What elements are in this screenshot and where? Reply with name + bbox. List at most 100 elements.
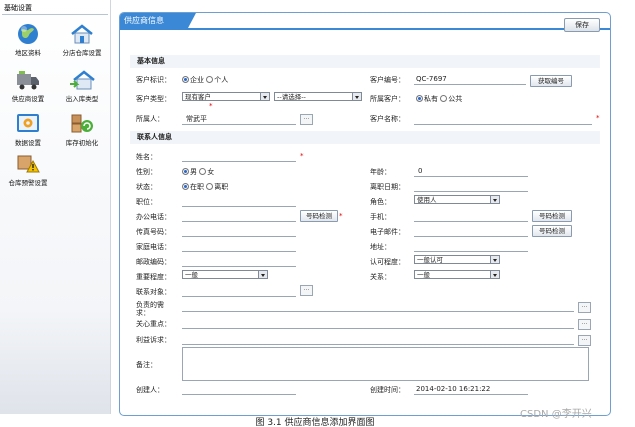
- email-field[interactable]: [414, 236, 528, 237]
- interest-picker-button[interactable]: ...: [578, 335, 591, 346]
- age-field[interactable]: [414, 176, 528, 177]
- chevron-down-icon: [260, 93, 269, 100]
- demand-picker-button[interactable]: ...: [578, 302, 591, 313]
- save-button[interactable]: 保存: [564, 18, 600, 32]
- recognition-select[interactable]: 一般认可: [414, 255, 500, 264]
- creator-label: 创建人：: [136, 386, 164, 394]
- customer-type-value: 现有客户: [185, 93, 211, 101]
- radio-employed-label: 在职: [190, 183, 204, 191]
- email-label: 电子邮件：: [370, 228, 405, 236]
- radio-resigned[interactable]: [206, 183, 214, 190]
- customer-type-select[interactable]: 现有客户: [182, 92, 270, 101]
- recognition-value: 一般认可: [417, 256, 443, 264]
- tab-supplier-info[interactable]: 供应商信息: [120, 13, 196, 28]
- customer-no-label: 客户编号：: [370, 76, 405, 84]
- radio-individual-label: 个人: [214, 76, 229, 84]
- role-value: 使用人: [417, 196, 437, 204]
- globe-icon: [15, 22, 41, 44]
- get-number-button[interactable]: 获取编号: [530, 75, 572, 87]
- created-time-label: 创建时间：: [370, 386, 405, 394]
- address-label: 地址：: [370, 243, 391, 251]
- chevron-down-icon: [490, 256, 499, 263]
- radio-male[interactable]: [182, 168, 189, 175]
- relation-select[interactable]: 一般: [414, 270, 500, 279]
- position-field[interactable]: [182, 206, 296, 207]
- interest-label: 利益诉求：: [136, 336, 171, 344]
- mobile-field[interactable]: [414, 221, 528, 222]
- sidebar-item-stock-warning[interactable]: 仓库预警设置: [2, 152, 54, 187]
- radio-employed[interactable]: [182, 183, 189, 190]
- sidebar-item-branch-warehouse[interactable]: 分店仓库设置: [56, 22, 108, 57]
- watermark: CSDN @李开兴: [520, 409, 592, 420]
- customer-flag-label: 客户标识：: [136, 76, 171, 84]
- contact-object-picker-button[interactable]: ...: [300, 285, 313, 296]
- radio-male-label: 男: [190, 168, 197, 176]
- gender-radios: 男 女: [182, 167, 214, 177]
- home-phone-field[interactable]: [182, 251, 296, 252]
- owner-radios: 私有 公共: [416, 94, 462, 104]
- radio-female[interactable]: [199, 168, 207, 175]
- email-check-button[interactable]: 号码检测: [532, 225, 572, 237]
- sidebar-item-region[interactable]: 地区资料: [2, 22, 54, 57]
- demand-field[interactable]: [182, 311, 574, 312]
- customer-subtype-select[interactable]: --请选择--: [274, 92, 362, 101]
- office-phone-field[interactable]: [182, 221, 296, 222]
- customer-no-field[interactable]: [414, 84, 526, 85]
- sidebar-item-label: 数据设置: [15, 139, 41, 147]
- owner-label: 所属客户：: [370, 95, 405, 103]
- supplier-form-panel: 供应商信息 保存 基本信息 客户标识： 企业 个人 客户编号： QC-7697 …: [119, 12, 611, 416]
- importance-select[interactable]: 一般: [182, 270, 268, 279]
- sidebar-item-label: 库存初始化: [65, 139, 99, 147]
- age-label: 年龄：: [370, 168, 391, 176]
- fax-field[interactable]: [182, 236, 296, 237]
- sidebar-item-label: 供应商设置: [11, 95, 45, 103]
- sidebar-item-stock-init[interactable]: 库存初始化: [56, 112, 108, 147]
- radio-enterprise[interactable]: [182, 76, 189, 83]
- customer-name-field[interactable]: [414, 124, 592, 125]
- focus-field[interactable]: [182, 328, 574, 329]
- home-phone-label: 家庭电话：: [136, 243, 171, 251]
- radio-individual[interactable]: [206, 76, 214, 83]
- section-contact-info: 联系人信息: [130, 131, 600, 144]
- mobile-label: 手机：: [370, 213, 391, 221]
- sidebar-item-data-settings[interactable]: 数据设置: [2, 112, 54, 147]
- remark-textarea[interactable]: [182, 347, 589, 381]
- sidebar-item-label: 分店仓库设置: [62, 49, 102, 57]
- radio-public[interactable]: [440, 95, 448, 102]
- sidebar-item-supplier[interactable]: 供应商设置: [2, 68, 54, 103]
- recognition-label: 认可程度：: [370, 258, 405, 266]
- office-phone-check-button[interactable]: 号码检测: [300, 210, 338, 222]
- tab-underline: [120, 28, 610, 30]
- leave-date-field[interactable]: [414, 191, 528, 192]
- relation-value: 一般: [417, 271, 430, 279]
- name-field[interactable]: [182, 161, 296, 162]
- radio-public-label: 公共: [448, 95, 463, 103]
- sidebar-item-inout-type[interactable]: 出入库类型: [56, 68, 108, 103]
- office-phone-label: 办公电话：: [136, 213, 171, 221]
- belong-person-label: 所属人：: [136, 115, 164, 123]
- address-field[interactable]: [414, 251, 528, 252]
- leave-date-label: 离职日期：: [370, 183, 405, 191]
- zip-label: 邮政编码：: [136, 258, 171, 266]
- demand-label-line2: 求：: [136, 309, 150, 317]
- customer-flag-radios: 企业 个人: [182, 75, 228, 85]
- required-mark: *: [596, 114, 600, 122]
- house-icon: [69, 22, 95, 44]
- box-warning-icon: [15, 152, 41, 174]
- status-radios: 在职 离职: [182, 182, 228, 192]
- sidebar: 基础设置 地区资料 分店仓库设置 供应商设置 出入库类型 数据设置 库存初始化 …: [0, 0, 111, 414]
- radio-enterprise-label: 企业: [190, 76, 204, 84]
- belong-person-picker-button[interactable]: ...: [300, 114, 313, 125]
- radio-private[interactable]: [416, 95, 423, 102]
- chevron-down-icon: [490, 196, 499, 203]
- mobile-check-button[interactable]: 号码检测: [532, 210, 572, 222]
- figure-caption: 图 3.1 供应商信息添加界面图: [255, 418, 375, 427]
- belong-person-field[interactable]: [182, 124, 296, 125]
- interest-field[interactable]: [182, 344, 574, 345]
- required-mark: *: [339, 212, 343, 220]
- focus-picker-button[interactable]: ...: [578, 319, 591, 330]
- role-select[interactable]: 使用人: [414, 195, 500, 204]
- contact-object-field[interactable]: [182, 296, 296, 297]
- customer-no-value: QC-7697: [416, 75, 447, 83]
- zip-field[interactable]: [182, 266, 296, 267]
